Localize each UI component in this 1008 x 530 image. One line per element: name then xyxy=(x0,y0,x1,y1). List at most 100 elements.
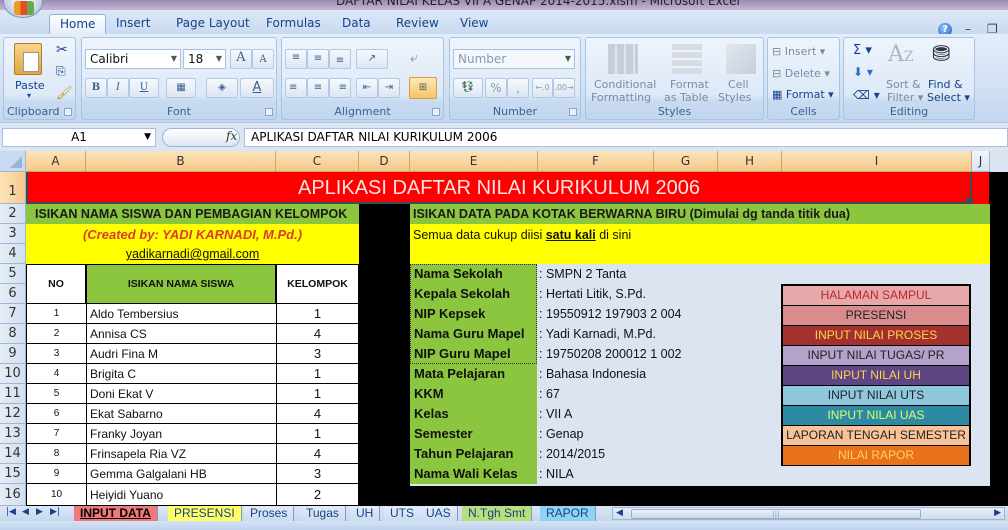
horizontal-scroll-thumb[interactable]: ||| xyxy=(631,509,921,519)
email-link[interactable]: yadikarnadi@gmail.com xyxy=(26,245,359,264)
name-box[interactable]: A1 ▼ xyxy=(2,128,156,147)
next-sheet-icon[interactable]: ▶ xyxy=(36,507,43,517)
tab-view[interactable]: View xyxy=(460,14,488,34)
instruction-note[interactable]: Semua data cukup diisi satu kali di sini xyxy=(410,224,990,264)
cell-j1[interactable] xyxy=(972,172,989,204)
student-name-cell[interactable]: Gemma Galgalani HB xyxy=(86,464,276,484)
autosum-icon[interactable]: Σ ▾ xyxy=(853,43,872,58)
info-value[interactable]: : Yadi Karnadi, M.Pd. xyxy=(537,324,777,344)
column-header-i[interactable]: I xyxy=(782,151,972,172)
last-sheet-icon[interactable]: ▶| xyxy=(50,507,60,517)
font-name-combo[interactable]: Calibri ▼ xyxy=(85,49,181,69)
nav-button[interactable]: INPUT NILAI PROSES xyxy=(781,326,971,346)
column-header-f[interactable]: F xyxy=(538,151,654,172)
student-name-cell[interactable]: Aldo Tembersius xyxy=(86,304,276,324)
student-no-cell[interactable]: 9 xyxy=(26,464,86,484)
scroll-left-icon[interactable]: ◀ xyxy=(616,508,623,518)
align-center-icon[interactable]: ≡ xyxy=(307,78,329,98)
right-section-header[interactable]: ISIKAN DATA PADA KOTAK BERWARNA BIRU (Di… xyxy=(410,204,990,224)
align-middle-icon[interactable]: ≡ xyxy=(307,49,329,69)
nav-button[interactable]: INPUT NILAI UAS xyxy=(781,406,971,426)
delete-cells-button[interactable]: ⊟ Delete ▾ xyxy=(772,67,830,80)
student-name-cell[interactable]: Heiyidi Yuano xyxy=(86,484,276,506)
info-value[interactable]: : Genap xyxy=(537,424,777,444)
table-header-group[interactable]: KELOMPOK xyxy=(276,264,359,304)
sheet-tab[interactable]: RAPOR xyxy=(540,506,596,521)
clear-icon[interactable]: ⌫ ▾ xyxy=(853,88,880,102)
comma-style-button[interactable]: , xyxy=(507,78,529,98)
student-group-cell[interactable]: 1 xyxy=(276,384,359,404)
student-no-cell[interactable]: 5 xyxy=(26,384,86,404)
tab-page-layout[interactable]: Page Layout xyxy=(176,14,250,34)
font-size-combo[interactable]: 18 ▼ xyxy=(183,49,226,69)
info-label[interactable]: Mata Pelajaran xyxy=(410,364,537,384)
sheet-tab[interactable]: N.Tgh Smt xyxy=(462,506,533,521)
sheet-tab[interactable]: Tugas xyxy=(300,506,346,521)
student-group-cell[interactable]: 2 xyxy=(276,484,359,506)
find-select-button-line2[interactable]: Select ▾ xyxy=(927,91,970,104)
info-value[interactable]: : SMPN 2 Tanta xyxy=(537,264,777,284)
merge-center-icon[interactable]: ⊞ xyxy=(409,77,437,99)
first-sheet-icon[interactable]: |◀ xyxy=(6,507,16,517)
student-no-cell[interactable]: 10 xyxy=(26,484,86,506)
row-header-5[interactable]: 5 xyxy=(0,264,26,284)
left-section-header[interactable]: ISIKAN NAMA SISWA DAN PEMBAGIAN KELOMPOK xyxy=(26,204,359,224)
student-no-cell[interactable]: 4 xyxy=(26,364,86,384)
row-header-7[interactable]: 7 xyxy=(0,304,26,324)
sheet-tab[interactable]: INPUT DATA xyxy=(74,506,158,521)
row-header-15[interactable]: 15 xyxy=(0,464,26,484)
info-value[interactable]: : Hertati Litik, S.Pd. xyxy=(537,284,777,304)
format-cells-button[interactable]: ▦ Format ▾ xyxy=(772,88,834,101)
font-color-button[interactable]: A xyxy=(240,78,274,98)
insert-function-icon[interactable]: fx xyxy=(226,129,237,143)
column-header-a[interactable]: A xyxy=(26,151,86,172)
borders-button[interactable]: ▦ xyxy=(166,78,196,98)
align-left-icon[interactable]: ≡ xyxy=(285,78,307,98)
percent-style-button[interactable]: % xyxy=(485,78,507,98)
nav-button[interactable]: INPUT NILAI TUGAS/ PR xyxy=(781,346,971,366)
sheet-tab[interactable]: Proses xyxy=(244,506,295,521)
scroll-right-icon[interactable]: ▶ xyxy=(994,508,1001,518)
row-header-12[interactable]: 12 xyxy=(0,404,26,424)
student-name-cell[interactable]: Ekat Sabarno xyxy=(86,404,276,424)
tab-formulas[interactable]: Formulas xyxy=(266,14,321,34)
table-header-name[interactable]: ISIKAN NAMA SISWA xyxy=(86,264,276,304)
tab-review[interactable]: Review xyxy=(396,14,439,34)
orientation-icon[interactable]: ↗ xyxy=(356,49,388,69)
cell-styles-icon[interactable] xyxy=(726,44,756,74)
align-right-icon[interactable]: ≡ xyxy=(329,78,351,98)
underline-button[interactable]: U xyxy=(129,78,159,98)
info-value[interactable]: : VII A xyxy=(537,404,777,424)
horizontal-scrollbar[interactable]: ◀ ||| ▶ xyxy=(612,507,1005,520)
align-top-icon[interactable]: ≡ xyxy=(285,49,307,69)
paste-dropdown-icon[interactable]: ▾ xyxy=(27,91,31,100)
info-value[interactable]: : 19750208 200012 1 002 xyxy=(537,344,777,364)
align-bottom-icon[interactable]: ≡ xyxy=(329,49,351,69)
created-by-text[interactable]: (Created by: YADI KARNADI, M.Pd.) xyxy=(26,225,359,245)
format-as-table-icon[interactable] xyxy=(672,44,702,74)
sheet-tab[interactable]: UH xyxy=(350,506,381,521)
nav-button[interactable]: PRESENSI xyxy=(781,306,971,326)
column-header-e[interactable]: E xyxy=(410,151,538,172)
row-header-13[interactable]: 13 xyxy=(0,424,26,444)
student-no-cell[interactable]: 8 xyxy=(26,444,86,464)
sheet-tab[interactable]: UTS xyxy=(384,506,421,521)
student-group-cell[interactable]: 1 xyxy=(276,364,359,384)
grow-font-button[interactable]: A xyxy=(230,49,252,69)
sort-filter-button-line2[interactable]: Filter ▾ xyxy=(887,91,923,104)
sort-filter-icon[interactable]: AZ xyxy=(888,42,914,67)
decrease-indent-icon[interactable]: ⇤ xyxy=(356,78,378,98)
column-header-j[interactable]: J xyxy=(972,151,990,172)
wrap-text-icon[interactable]: ⤶ xyxy=(410,50,418,66)
shrink-font-button[interactable]: A xyxy=(252,49,274,69)
row-header-14[interactable]: 14 xyxy=(0,444,26,464)
format-painter-icon[interactable]: 🖌 xyxy=(56,86,73,101)
row-header-2[interactable]: 2 xyxy=(0,204,26,224)
nav-button[interactable]: INPUT NILAI UTS xyxy=(781,386,971,406)
column-header-b[interactable]: B xyxy=(86,151,276,172)
number-format-combo[interactable]: Number ▼ xyxy=(453,49,575,69)
nav-button[interactable]: LAPORAN TENGAH SEMESTER xyxy=(781,426,971,446)
italic-button[interactable]: I xyxy=(107,78,129,98)
info-value[interactable]: : NILA xyxy=(537,464,777,484)
student-no-cell[interactable]: 6 xyxy=(26,404,86,424)
